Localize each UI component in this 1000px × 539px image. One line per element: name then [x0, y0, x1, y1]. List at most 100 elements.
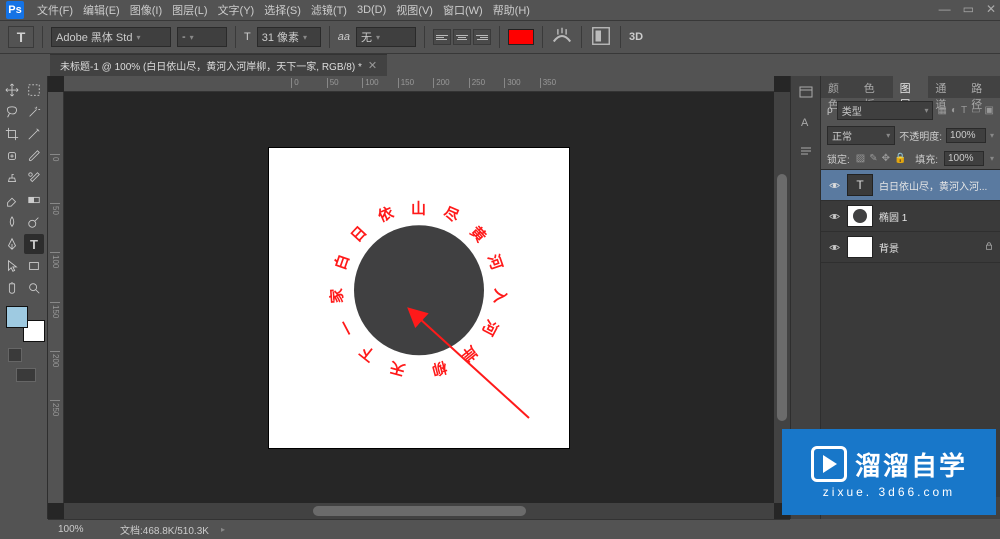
- magic-wand-tool[interactable]: [24, 102, 44, 122]
- ruler-tick: 250: [50, 400, 60, 416]
- 3d-button[interactable]: 3D: [629, 31, 643, 43]
- document-canvas[interactable]: 天下一家白日依山尽黄河入河岸柳: [269, 148, 569, 448]
- blend-mode-select[interactable]: 正常▾: [827, 126, 895, 145]
- tab-close-icon[interactable]: ✕: [368, 59, 377, 72]
- layer-filter-row: ρ 类型▾ ▦ ◐ T ▭ ▣: [821, 98, 1000, 123]
- move-tool[interactable]: [2, 80, 22, 100]
- crop-tool[interactable]: [2, 124, 22, 144]
- lock-pixels-icon[interactable]: ✎: [869, 153, 877, 164]
- eraser-tool[interactable]: [2, 190, 22, 210]
- history-panel-icon[interactable]: [796, 82, 816, 102]
- pen-tool[interactable]: [2, 234, 22, 254]
- lock-position-icon[interactable]: ✥: [882, 153, 890, 164]
- toolbox: T: [0, 76, 48, 519]
- document-tab[interactable]: 未标题-1 @ 100% (白日依山尽，黄河入河岸柳，天下一家, RGB/8) …: [50, 54, 387, 76]
- visibility-toggle[interactable]: [827, 209, 841, 223]
- warp-text-icon[interactable]: [551, 25, 573, 50]
- tab-paths[interactable]: 路径: [964, 76, 1000, 98]
- hand-tool[interactable]: [2, 278, 22, 298]
- panel-tabs: 颜色 色板 图层 通道 路径: [821, 76, 1000, 98]
- character-panel-icon[interactable]: A: [796, 112, 816, 132]
- align-left-button[interactable]: [433, 29, 451, 45]
- screen-mode-toggle[interactable]: [16, 368, 36, 382]
- rectangle-tool[interactable]: [24, 256, 44, 276]
- font-family-select[interactable]: Adobe 黑体 Std▾: [51, 27, 171, 47]
- scrollbar-horizontal[interactable]: [64, 503, 774, 519]
- menu-select[interactable]: 选择(S): [259, 2, 306, 18]
- zoom-tool[interactable]: [24, 278, 44, 298]
- menu-3d[interactable]: 3D(D): [352, 4, 391, 16]
- eyedropper-tool[interactable]: [24, 124, 44, 144]
- gradient-tool[interactable]: [24, 190, 44, 210]
- brush-tool[interactable]: [24, 146, 44, 166]
- quick-mask-toggle[interactable]: [8, 348, 22, 362]
- tab-swatches[interactable]: 色板: [857, 76, 893, 98]
- menu-help[interactable]: 帮助(H): [488, 2, 535, 18]
- divider: [235, 26, 236, 48]
- visibility-toggle[interactable]: [827, 178, 841, 192]
- svg-text:A: A: [801, 117, 809, 129]
- layer-filter-select[interactable]: 类型▾: [837, 101, 934, 120]
- healing-brush-tool[interactable]: [2, 146, 22, 166]
- layer-thumbnail[interactable]: [847, 205, 873, 227]
- path-selection-tool[interactable]: [2, 256, 22, 276]
- layer-thumbnail[interactable]: T: [847, 174, 873, 196]
- window-close[interactable]: ✕: [986, 2, 996, 16]
- layer-name[interactable]: 背景: [879, 240, 978, 255]
- opacity-input[interactable]: [946, 128, 986, 143]
- layer-name[interactable]: 白日依山尽，黄河入河...: [879, 178, 994, 193]
- tab-layers[interactable]: 图层: [893, 76, 929, 98]
- char-panel-icon[interactable]: [590, 25, 612, 50]
- menu-view[interactable]: 视图(V): [391, 2, 438, 18]
- ruler-tick: 200: [433, 78, 449, 88]
- filter-adjust-icon[interactable]: ◐: [951, 105, 957, 116]
- menu-edit[interactable]: 编辑(E): [78, 2, 125, 18]
- zoom-level[interactable]: 100%: [58, 524, 108, 535]
- menu-image[interactable]: 图像(I): [125, 2, 167, 18]
- current-tool-icon[interactable]: T: [8, 26, 34, 48]
- filter-smart-icon[interactable]: ▣: [985, 105, 994, 116]
- clone-stamp-tool[interactable]: [2, 168, 22, 188]
- doc-info[interactable]: 文档:468.8K/510.3K: [120, 522, 209, 537]
- filter-pixel-icon[interactable]: ▦: [937, 105, 946, 116]
- paragraph-panel-icon[interactable]: [796, 142, 816, 162]
- filter-shape-icon[interactable]: ▭: [971, 105, 980, 116]
- filter-type-icon[interactable]: T: [961, 105, 967, 116]
- text-color-swatch[interactable]: [508, 29, 534, 45]
- ruler-tick: 100: [50, 252, 60, 268]
- lasso-tool[interactable]: [2, 102, 22, 122]
- layer-row[interactable]: 椭圆 1: [821, 201, 1000, 232]
- window-maximize[interactable]: ▭: [963, 2, 974, 16]
- foreground-color[interactable]: [6, 306, 28, 328]
- tab-channels[interactable]: 通道: [928, 76, 964, 98]
- menu-filter[interactable]: 滤镜(T): [306, 2, 352, 18]
- tab-color[interactable]: 颜色: [821, 76, 857, 98]
- fg-bg-colors[interactable]: [6, 306, 45, 342]
- layer-thumbnail[interactable]: [847, 236, 873, 258]
- align-right-button[interactable]: [473, 29, 491, 45]
- path-char: 入: [489, 287, 511, 304]
- blur-tool[interactable]: [2, 212, 22, 232]
- marquee-tool[interactable]: [24, 80, 44, 100]
- dodge-tool[interactable]: [24, 212, 44, 232]
- align-center-button[interactable]: [453, 29, 471, 45]
- layer-name[interactable]: 椭圆 1: [879, 209, 994, 224]
- layer-row[interactable]: 背景: [821, 232, 1000, 263]
- fill-input[interactable]: [944, 151, 984, 166]
- font-size-select[interactable]: 31 像素▾: [257, 27, 321, 47]
- antialias-label: aa: [338, 31, 350, 43]
- window-minimize[interactable]: —: [939, 2, 951, 16]
- menu-file[interactable]: 文件(F): [32, 2, 78, 18]
- antialias-select[interactable]: 无▾: [356, 27, 416, 47]
- visibility-toggle[interactable]: [827, 240, 841, 254]
- font-style-select[interactable]: -▾: [177, 27, 227, 47]
- lock-transparency-icon[interactable]: ▨: [856, 153, 865, 164]
- history-brush-tool[interactable]: [24, 168, 44, 188]
- menu-layer[interactable]: 图层(L): [167, 2, 212, 18]
- lock-all-icon[interactable]: 🔒: [894, 153, 906, 164]
- layer-row[interactable]: T 白日依山尽，黄河入河...: [821, 170, 1000, 201]
- divider: [424, 26, 425, 48]
- menu-window[interactable]: 窗口(W): [438, 2, 488, 18]
- type-tool[interactable]: T: [24, 234, 44, 254]
- menu-type[interactable]: 文字(Y): [213, 2, 260, 18]
